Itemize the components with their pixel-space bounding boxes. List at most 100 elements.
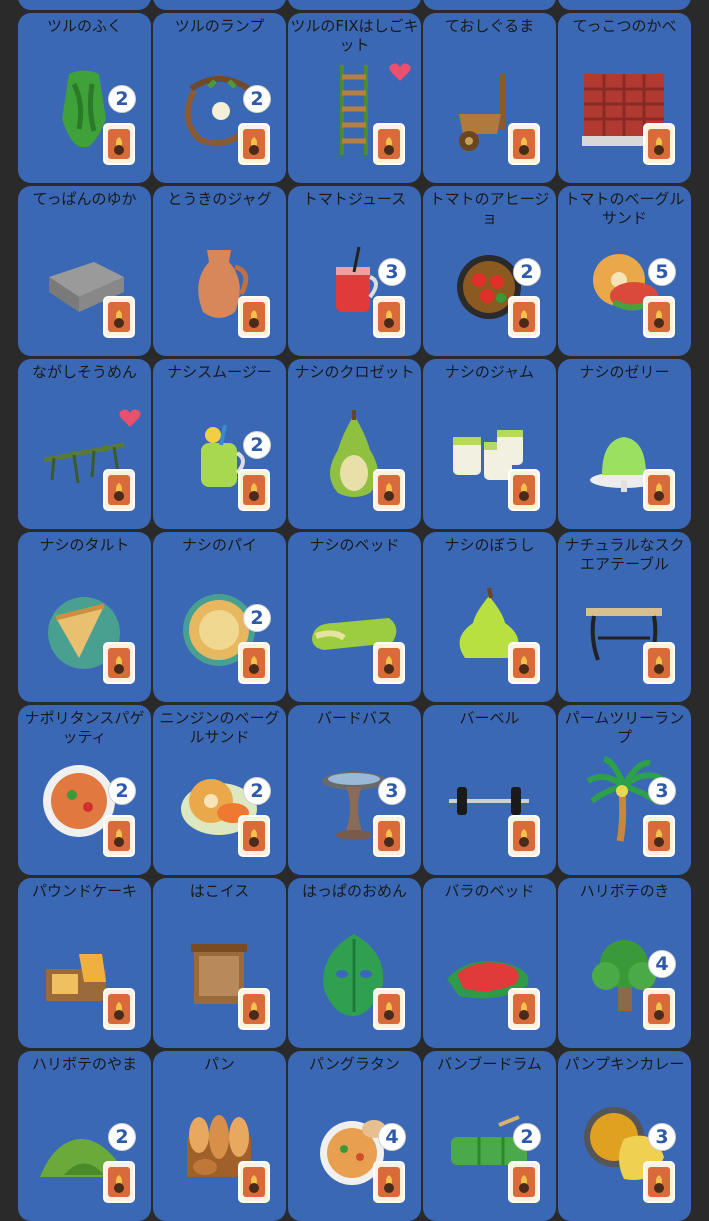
- recipe-tile[interactable]: ツルのランプ 2: [153, 13, 286, 183]
- count-badge: 2: [513, 258, 541, 286]
- recipe-card-icon: [103, 988, 135, 1030]
- recipe-tile[interactable]: ナシのパイ 2: [153, 532, 286, 702]
- recipe-card-icon: [238, 296, 270, 338]
- recipe-card-icon: [103, 469, 135, 511]
- count-badge: 2: [243, 85, 271, 113]
- item-name: ハリボテのき: [579, 882, 670, 900]
- recipe-card-icon: [508, 123, 540, 165]
- item-name: ナシのベッド: [309, 536, 400, 554]
- recipe-tile[interactable]: ナシのクロゼット: [288, 359, 421, 529]
- recipe-tile[interactable]: ナシのゼリー: [558, 359, 691, 529]
- recipe-card-icon: [373, 296, 405, 338]
- item-name: ツルのふく: [46, 17, 122, 35]
- item-name: ながしそうめん: [31, 363, 137, 381]
- recipe-tile[interactable]: ツルのFIXはしごキット: [288, 13, 421, 183]
- recipe-tile[interactable]: バーベル: [423, 705, 556, 875]
- recipe-tile[interactable]: パンプキンカレー 3: [558, 1051, 691, 1221]
- item-name: パームツリーランプ: [564, 709, 685, 746]
- item-name: ツルのFIXはしごキット: [290, 17, 419, 54]
- item-name: バンブードラム: [437, 1055, 542, 1073]
- recipe-tile[interactable]: [423, 0, 556, 10]
- recipe-card-icon: [103, 642, 135, 684]
- recipe-tile[interactable]: ナシのタルト: [18, 532, 151, 702]
- heart-icon: [119, 408, 141, 428]
- count-badge: 4: [378, 1123, 406, 1151]
- count-badge: 2: [108, 85, 136, 113]
- recipe-card-icon: [238, 815, 270, 857]
- recipe-card-icon: [643, 815, 675, 857]
- count-badge: 2: [243, 431, 271, 459]
- recipe-tile[interactable]: ナシスムージー 2: [153, 359, 286, 529]
- recipe-tile[interactable]: トマトのアヒージョ 2: [423, 186, 556, 356]
- recipe-card-icon: [373, 1161, 405, 1203]
- recipe-card-icon: [643, 296, 675, 338]
- recipe-card-icon: [508, 815, 540, 857]
- count-badge: 2: [108, 1123, 136, 1151]
- recipe-tile[interactable]: [18, 0, 151, 10]
- recipe-card-icon: [508, 296, 540, 338]
- recipe-tile[interactable]: バンブードラム 2: [423, 1051, 556, 1221]
- recipe-tile[interactable]: ナポリタンスパゲッティ 2: [18, 705, 151, 875]
- recipe-card-icon: [238, 123, 270, 165]
- count-badge: 5: [648, 258, 676, 286]
- recipe-tile[interactable]: [288, 0, 421, 10]
- recipe-tile[interactable]: バラのベッド: [423, 878, 556, 1048]
- item-name: ニンジンのベーグルサンド: [159, 709, 280, 746]
- item-name: バーベル: [459, 709, 520, 727]
- recipe-tile[interactable]: パングラタン 4: [288, 1051, 421, 1221]
- recipe-tile[interactable]: てっぱんのゆか: [18, 186, 151, 356]
- count-badge: 3: [378, 777, 406, 805]
- count-badge: 2: [513, 1123, 541, 1151]
- recipe-card-icon: [643, 642, 675, 684]
- recipe-tile[interactable]: ナチュラルなスクエアテーブル: [558, 532, 691, 702]
- recipe-tile[interactable]: ナシのぼうし: [423, 532, 556, 702]
- item-name: パン: [204, 1055, 235, 1073]
- recipe-tile[interactable]: ながしそうめん: [18, 359, 151, 529]
- recipe-card-icon: [508, 1161, 540, 1203]
- recipe-tile[interactable]: はっぱのおめん: [288, 878, 421, 1048]
- recipe-tile[interactable]: [558, 0, 691, 10]
- recipe-card-icon: [508, 469, 540, 511]
- recipe-tile[interactable]: ハリボテのき 4: [558, 878, 691, 1048]
- recipe-tile[interactable]: トマトジュース 3: [288, 186, 421, 356]
- count-badge: 3: [648, 777, 676, 805]
- item-name: トマトのアヒージョ: [429, 190, 550, 227]
- recipe-card-icon: [643, 123, 675, 165]
- item-name: ナシのぼうし: [444, 536, 535, 554]
- item-name: ナシのクロゼット: [294, 363, 415, 381]
- recipe-tile[interactable]: トマトのベーグルサンド 5: [558, 186, 691, 356]
- recipe-tile[interactable]: ナシのベッド: [288, 532, 421, 702]
- item-name: トマトのベーグルサンド: [564, 190, 685, 227]
- count-badge: 2: [243, 777, 271, 805]
- count-badge: 2: [108, 777, 136, 805]
- count-badge: 3: [378, 258, 406, 286]
- recipe-tile[interactable]: ニンジンのベーグルサンド 2: [153, 705, 286, 875]
- item-name: ナシスムージー: [167, 363, 272, 381]
- recipe-tile[interactable]: [153, 0, 286, 10]
- count-badge: 3: [648, 1123, 676, 1151]
- item-name: パングラタン: [309, 1055, 400, 1073]
- recipe-tile[interactable]: ナシのジャム: [423, 359, 556, 529]
- item-name: てっこつのかべ: [572, 17, 677, 35]
- item-name: ナチュラルなスクエアテーブル: [564, 536, 685, 573]
- recipe-tile[interactable]: とうきのジャグ: [153, 186, 286, 356]
- recipe-card-icon: [643, 469, 675, 511]
- recipe-card-icon: [373, 988, 405, 1030]
- recipe-tile[interactable]: パウンドケーキ: [18, 878, 151, 1048]
- recipe-tile[interactable]: パームツリーランプ 3: [558, 705, 691, 875]
- recipe-tile[interactable]: ておしぐるま: [423, 13, 556, 183]
- recipe-tile[interactable]: ハリボテのやま 2: [18, 1051, 151, 1221]
- recipe-card-icon: [238, 642, 270, 684]
- recipe-tile[interactable]: バードバス 3: [288, 705, 421, 875]
- recipe-tile[interactable]: てっこつのかべ: [558, 13, 691, 183]
- item-name: バードバス: [316, 709, 392, 727]
- recipe-tile[interactable]: ツルのふく 2: [18, 13, 151, 183]
- recipe-card-icon: [508, 642, 540, 684]
- recipe-card-icon: [373, 469, 405, 511]
- recipe-tile[interactable]: パン: [153, 1051, 286, 1221]
- item-name: パンプキンカレー: [564, 1055, 685, 1073]
- recipe-tile[interactable]: はこイス: [153, 878, 286, 1048]
- recipe-card-icon: [373, 642, 405, 684]
- item-name: ナシのジャム: [444, 363, 535, 381]
- item-name: ツルのランプ: [174, 17, 265, 35]
